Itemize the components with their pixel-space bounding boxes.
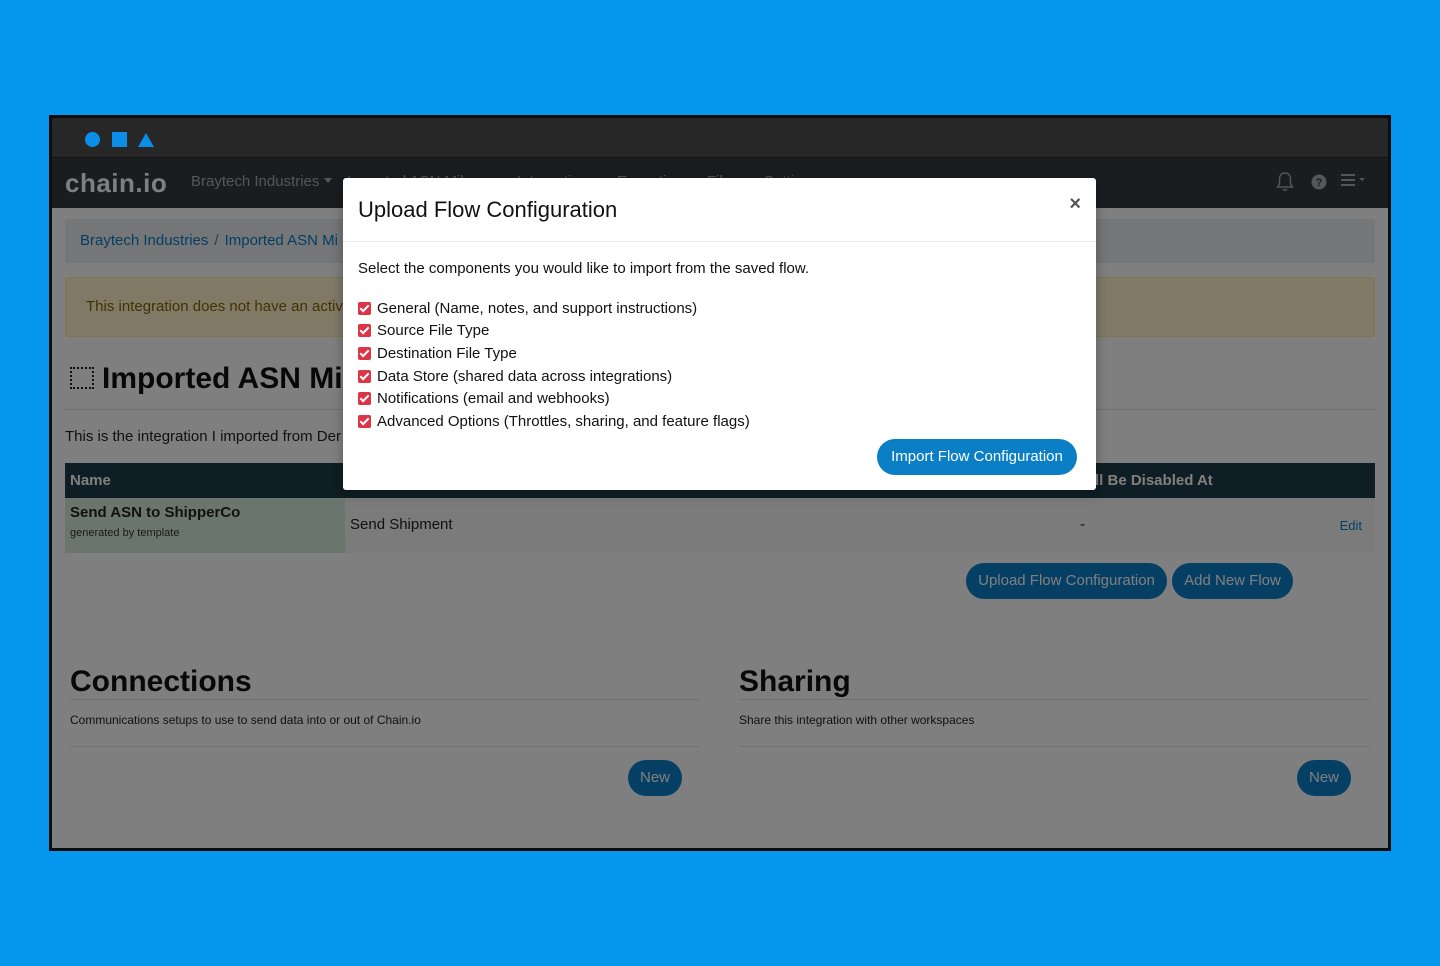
checkbox-checked-icon[interactable] [358,414,371,428]
option-label: Notifications (email and webhooks) [377,390,610,408]
option-destination-file-type[interactable]: Destination File Type [358,342,750,365]
option-notifications[interactable]: Notifications (email and webhooks) [358,387,750,410]
import-flow-config-button[interactable]: Import Flow Configuration [877,439,1077,475]
checkbox-checked-icon[interactable] [358,346,371,360]
close-icon[interactable]: × [1069,193,1081,216]
option-label: Destination File Type [377,344,517,362]
checkbox-checked-icon[interactable] [358,324,371,338]
window-titlebar [52,118,1388,158]
option-advanced[interactable]: Advanced Options (Throttles, sharing, an… [358,410,750,433]
checkbox-checked-icon[interactable] [358,369,371,383]
checkbox-checked-icon[interactable] [358,392,371,406]
checkbox-checked-icon[interactable] [358,301,371,315]
option-general[interactable]: General (Name, notes, and support instru… [358,297,750,320]
option-source-file-type[interactable]: Source File Type [358,320,750,343]
upload-flow-config-modal: Upload Flow Configuration × Select the c… [343,178,1096,490]
modal-intro: Select the components you would like to … [358,260,810,277]
modal-title: Upload Flow Configuration [358,197,618,222]
square-icon [112,132,127,147]
component-options: General (Name, notes, and support instru… [358,297,750,433]
option-label: Source File Type [377,322,490,340]
option-label: Advanced Options (Throttles, sharing, an… [377,412,750,430]
option-data-store[interactable]: Data Store (shared data across integrati… [358,365,750,388]
option-label: General (Name, notes, and support instru… [377,299,698,317]
circle-icon [85,132,100,147]
modal-header: Upload Flow Configuration × [343,178,1096,242]
option-label: Data Store (shared data across integrati… [377,367,673,385]
triangle-icon [138,133,154,147]
